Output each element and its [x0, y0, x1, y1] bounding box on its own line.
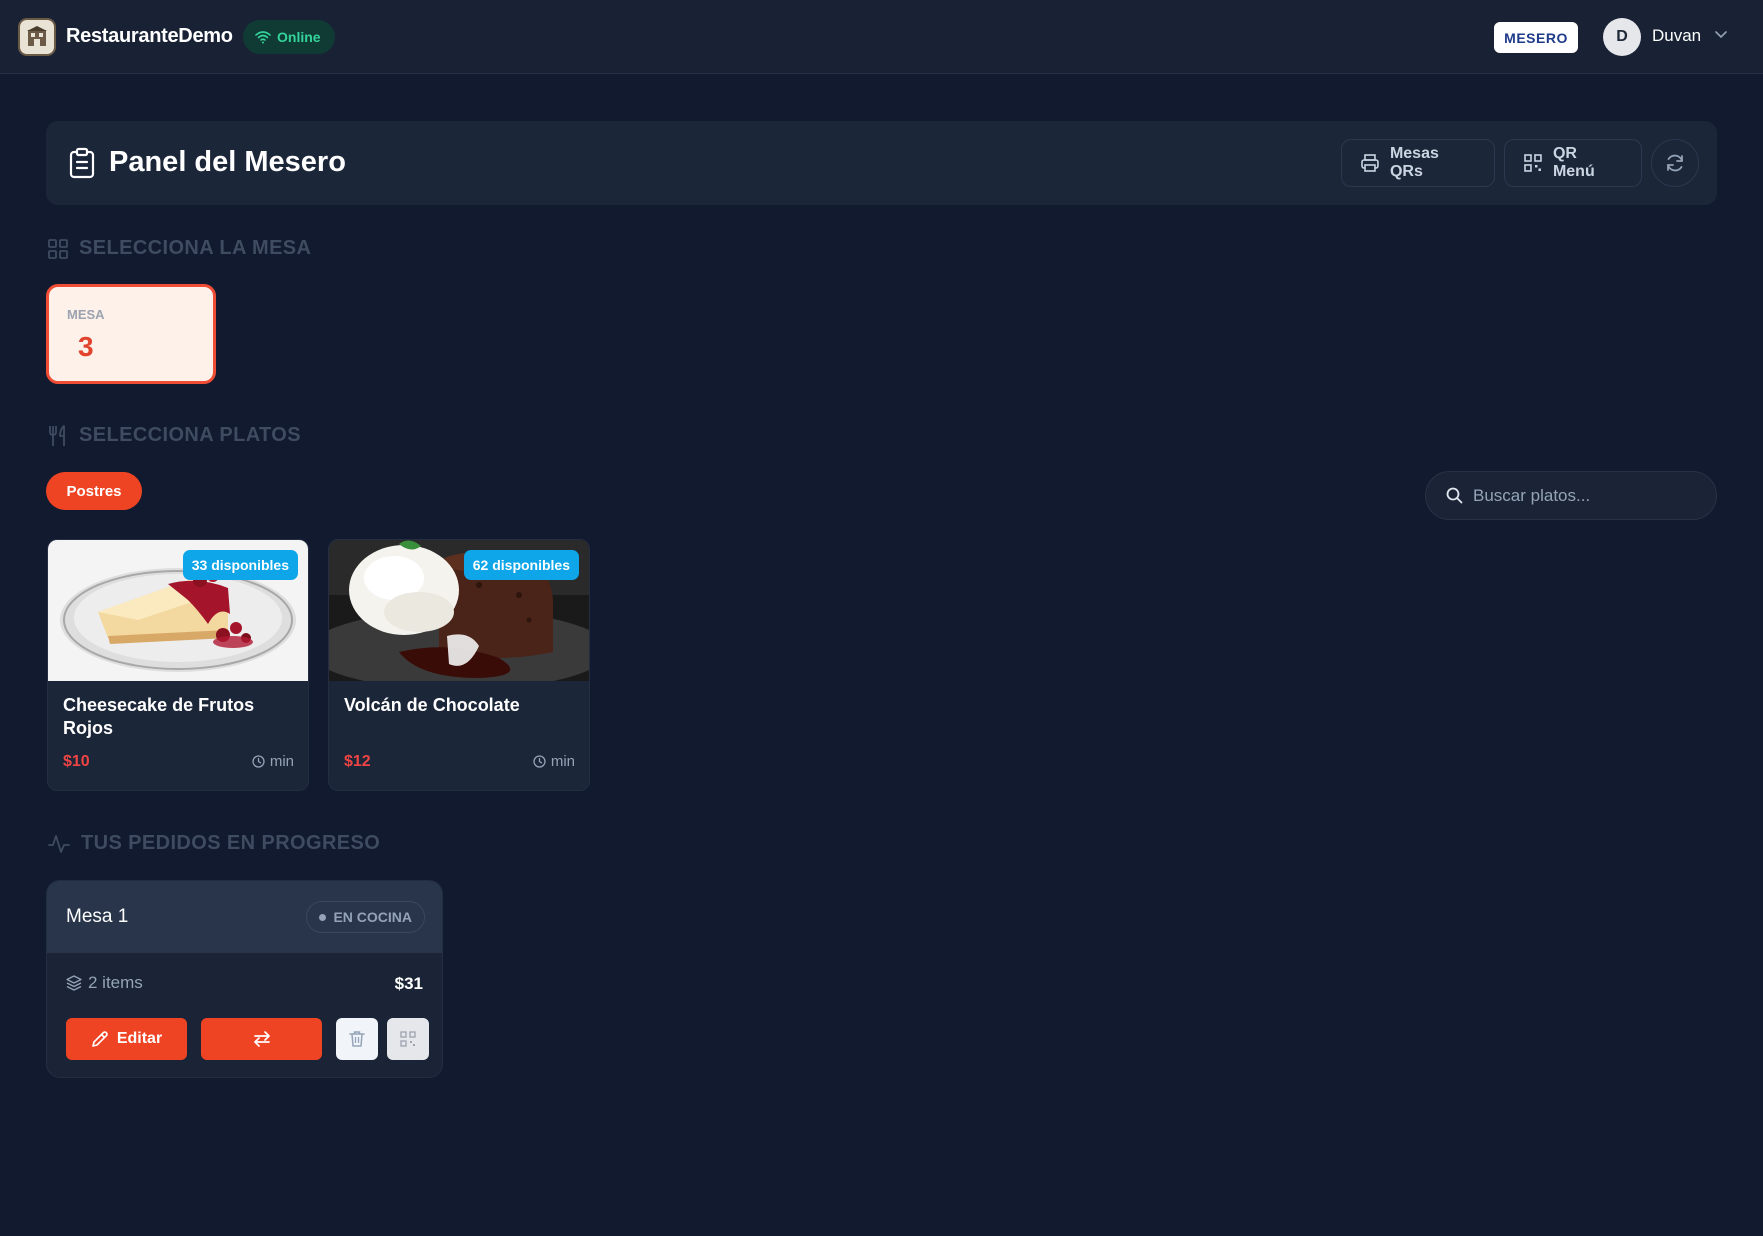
dish-price: $10	[63, 753, 90, 770]
printer-icon	[1361, 154, 1379, 172]
user-name[interactable]: Duvan	[1652, 26, 1701, 46]
edit-order-label: Editar	[116, 1030, 163, 1047]
pencil-icon	[92, 1031, 108, 1047]
arrows-swap-icon	[253, 1031, 270, 1047]
dishes-heading-label: SELECCIONA PLATOS	[79, 424, 302, 446]
stock-badge: 33 disponibles	[182, 550, 298, 580]
qr-code-icon	[1524, 154, 1542, 172]
building-icon	[27, 26, 47, 46]
status-dot	[319, 913, 327, 921]
mesas-qrs-button[interactable]: Mesas QRs	[1341, 139, 1495, 187]
dish-name: Cheesecake de Frutos Rojos	[63, 695, 255, 738]
orders-heading-label: TUS PEDIDOS EN PROGRESO	[81, 832, 381, 854]
dishes-section-heading: SELECCIONA PLATOS	[48, 424, 301, 447]
dish-time-label: min	[269, 753, 294, 770]
dish-card[interactable]: 62 disponibles Volcán de Chocolate $12 m…	[328, 539, 590, 791]
order-card: Mesa 1 EN COCINA 2 items $31 Editar	[46, 880, 443, 1078]
online-status-badge: Online	[243, 20, 335, 54]
order-item-count: 2 items	[66, 973, 143, 993]
category-pill-postres[interactable]: Postres	[46, 472, 142, 510]
wifi-icon	[255, 31, 271, 44]
tables-section-heading: SELECCIONA LA MESA	[48, 237, 311, 260]
tables-heading-label: SELECCIONA LA MESA	[79, 237, 312, 259]
table-card-label: MESA	[67, 307, 105, 322]
order-total: $31	[394, 974, 423, 993]
edit-order-button[interactable]: Editar	[66, 1018, 187, 1060]
table-card-selected[interactable]: MESA 3	[46, 284, 216, 384]
stock-badge: 62 disponibles	[463, 550, 579, 580]
dish-price: $12	[344, 753, 371, 770]
order-card-header: Mesa 1 EN COCINA	[47, 881, 442, 953]
header-panel: Panel del Mesero Mesas QRs QR Menú	[46, 121, 1717, 205]
trash-icon	[349, 1031, 365, 1047]
activity-icon	[48, 834, 70, 853]
restaurant-logo[interactable]	[18, 18, 56, 56]
order-items-label: 2 items	[88, 973, 143, 992]
search-input[interactable]	[1473, 485, 1703, 506]
brand-name[interactable]: RestauranteDemo	[66, 25, 233, 48]
clipboard-icon	[69, 147, 95, 179]
mesas-qrs-label: Mesas QRs	[1389, 145, 1439, 180]
clock-icon	[252, 755, 265, 768]
clock-icon	[533, 755, 546, 768]
avatar[interactable]: D	[1603, 18, 1641, 56]
page-title: Panel del Mesero	[109, 146, 346, 178]
dish-prep-time: min	[252, 753, 294, 770]
qr-code-icon	[400, 1031, 416, 1047]
table-card-number: 3	[78, 331, 94, 362]
status-badge: EN COCINA	[306, 901, 425, 933]
qr-menu-button[interactable]: QR Menú	[1504, 139, 1642, 187]
dish-prep-time: min	[533, 753, 575, 770]
layers-icon	[66, 975, 82, 991]
chevron-down-icon[interactable]	[1714, 30, 1728, 40]
refresh-icon	[1667, 154, 1683, 172]
orders-section-heading: TUS PEDIDOS EN PROGRESO	[48, 832, 380, 855]
status-label: EN COCINA	[333, 909, 412, 925]
refresh-button[interactable]	[1651, 139, 1699, 187]
qr-menu-label: QR Menú	[1552, 145, 1595, 180]
search-box[interactable]	[1425, 471, 1717, 520]
search-icon	[1446, 487, 1463, 504]
dish-time-label: min	[550, 753, 575, 770]
order-table-name: Mesa 1	[66, 906, 129, 927]
online-status-label: Online	[277, 29, 321, 45]
dish-card[interactable]: 33 disponibles Cheesecake de Frutos Rojo…	[47, 539, 309, 791]
transfer-order-button[interactable]	[201, 1018, 322, 1060]
top-bar: RestauranteDemo Online MESERO D Duvan	[0, 0, 1763, 74]
dish-name: Volcán de Chocolate	[344, 695, 520, 715]
order-qr-button[interactable]	[387, 1018, 429, 1060]
grid-icon	[48, 238, 68, 259]
delete-order-button[interactable]	[336, 1018, 378, 1060]
role-badge: MESERO	[1494, 22, 1578, 53]
utensils-icon	[49, 424, 65, 446]
